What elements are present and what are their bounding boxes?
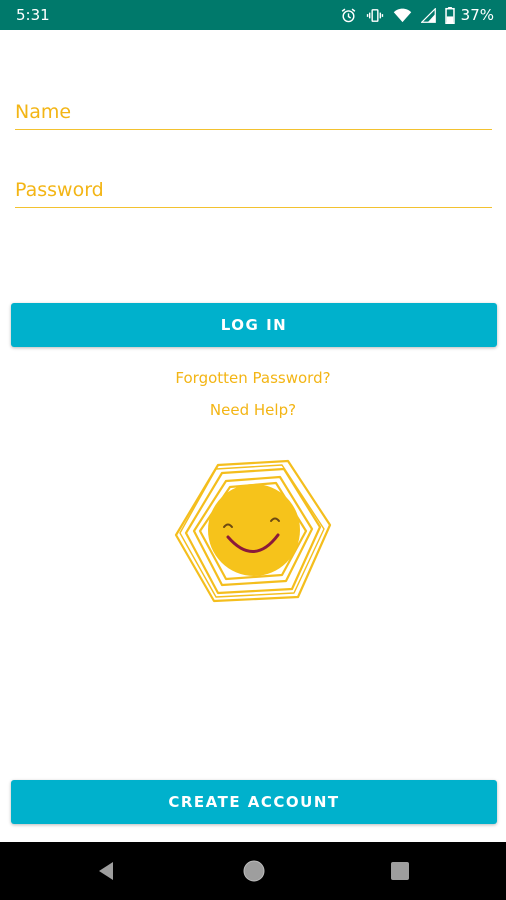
alarm-icon bbox=[340, 7, 357, 24]
login-button[interactable]: LOG IN bbox=[11, 303, 497, 347]
status-bar: 5:31 37% bbox=[0, 0, 506, 30]
forgot-password-link[interactable]: Forgotten Password? bbox=[0, 369, 506, 387]
home-icon[interactable] bbox=[224, 842, 284, 900]
create-account-button[interactable]: CREATE ACCOUNT bbox=[11, 780, 497, 824]
name-input[interactable] bbox=[15, 101, 492, 123]
password-input[interactable] bbox=[15, 179, 492, 201]
wifi-icon bbox=[393, 7, 412, 23]
cell-signal-icon bbox=[420, 7, 436, 23]
need-help-link[interactable]: Need Help? bbox=[0, 401, 506, 419]
battery-percent: 37% bbox=[460, 6, 494, 24]
password-field[interactable] bbox=[15, 168, 492, 208]
battery-icon bbox=[444, 6, 455, 24]
back-icon[interactable] bbox=[76, 842, 136, 900]
smiley-logo bbox=[170, 455, 336, 605]
name-field[interactable] bbox=[15, 90, 492, 130]
recents-icon[interactable] bbox=[370, 842, 430, 900]
status-icons: 37% bbox=[340, 6, 494, 24]
vibrate-icon bbox=[366, 7, 384, 24]
status-time: 5:31 bbox=[16, 6, 50, 24]
navigation-bar bbox=[0, 842, 506, 900]
